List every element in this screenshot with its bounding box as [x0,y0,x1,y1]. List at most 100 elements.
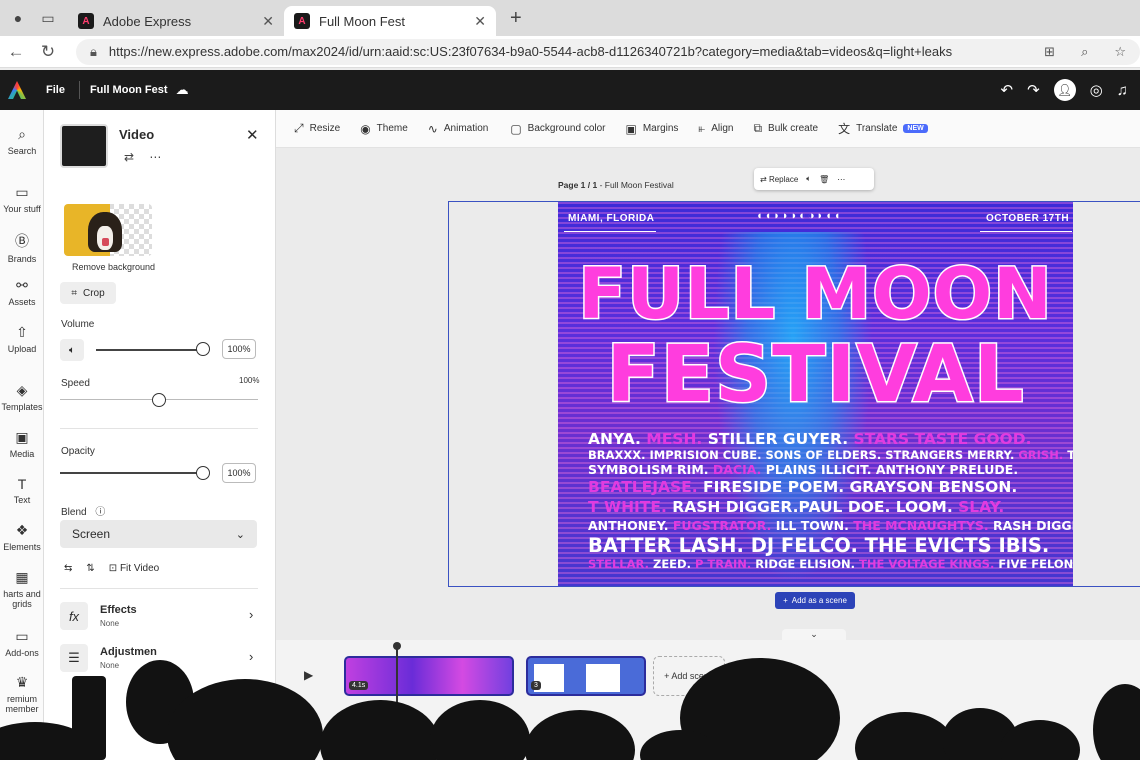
lineup-line: BATTER LASH. DJ FELCO. THE EVICTS IBIS. [588,534,1049,557]
lineup-artist: BATTER LASH. DJ FELCO. THE EVICTS IBIS. [588,534,1050,557]
theme-button[interactable]: ◉ Theme [360,122,408,136]
delete-icon[interactable]: 🗑︎ [819,175,829,184]
lineup-artist: BEATLEJASE. [588,478,704,496]
rail-item-assets[interactable]: ⚯ Assets [0,277,44,307]
speed-value: 100% [239,376,260,385]
lineup-artist: FIRESIDE POEM. GRAYSON BENSON. [703,478,1018,496]
chevron-right-icon[interactable]: › [249,607,253,622]
volume-slider-handle[interactable] [196,342,210,356]
divider [980,231,1072,232]
opacity-slider-track[interactable] [60,472,204,474]
flip-horizontal-icon[interactable]: ⇆ [64,563,72,574]
rail-item-brands[interactable]: Ⓑ Brands [0,231,44,264]
poster-location: MIAMI, FLORIDA [568,213,655,224]
adobe-express-logo-icon[interactable] [8,81,26,99]
tab-actions-icon[interactable]: ▭ [36,6,60,30]
notifications-icon[interactable]: ♫ [1117,82,1128,99]
blend-mode-dropdown[interactable]: Screen ⌄ [60,520,257,548]
add-scene-button[interactable]: + Add scene [653,656,725,696]
close-icon[interactable]: ✕ [246,126,259,144]
flip-fit-row: ⇆ ⇅ ⊡ Fit Video [64,563,159,574]
speed-label: Speed [61,378,90,389]
bulb-icon[interactable]: ◎ [1090,81,1103,99]
new-tab-button[interactable]: + [510,7,522,30]
project-name[interactable]: Full Moon Fest [90,84,168,96]
divider [78,81,80,99]
background-color-button[interactable]: ▢ Background color [510,122,605,136]
remove-background-thumbnail[interactable] [64,204,152,256]
close-tab-icon[interactable]: ✕ [474,13,486,30]
assets-icon: ⚯ [16,277,28,293]
animation-button[interactable]: ∿ Animation [428,122,489,136]
undo-icon[interactable]: ↶ [1001,81,1014,99]
fit-video-button[interactable]: ⊡ Fit Video [109,563,159,574]
lineup-artist: THE MCNAUGHTYS. [853,518,993,533]
clip-duration: 3 [531,681,541,690]
lineup-artist: RIDGE ELISION. [755,557,860,571]
more-icon[interactable]: ⋯ [837,175,845,184]
rail-item-premium[interactable]: ♛ remium member [0,674,44,714]
chevron-down-icon: ⌄ [235,528,245,541]
effects-icon[interactable]: fx [60,602,88,630]
playhead[interactable] [393,642,401,708]
lineup-artist: SYMBOLISM RIM. [588,462,713,477]
audio-icon[interactable]: 🔈︎ [806,174,811,184]
address-bar: ← ↻ 🔒︎ https://new.express.adobe.com/max… [0,36,1140,68]
redo-icon[interactable]: ↷ [1027,81,1040,99]
lock-icon[interactable]: 🔒︎ [90,44,97,60]
rail-item-text[interactable]: T Text [0,476,44,505]
rail-item-charts[interactable]: ▦ harts and grids [0,569,44,609]
video-thumbnail [60,124,108,168]
apps-icon[interactable]: ⊞ [1044,44,1055,60]
url-field[interactable]: 🔒︎ https://new.express.adobe.com/max2024… [76,38,1140,65]
adjustments-icon[interactable]: ☰ [60,644,88,672]
opacity-slider-handle[interactable] [196,466,210,480]
more-icon[interactable]: ⋯ [149,150,167,164]
volume-slider-track[interactable] [96,349,204,351]
close-tab-icon[interactable]: ✕ [262,13,274,30]
profile-icon[interactable]: ● [6,6,30,30]
invite-user-icon[interactable]: 👤︎ [1053,79,1076,101]
rail-item-templates[interactable]: ◈ Templates [0,382,44,412]
timeline: ▶ 4.1s 3 + Add scene [276,640,1140,760]
back-icon[interactable]: ← [0,42,32,62]
resize-button[interactable]: ⤢ Resize [294,121,340,136]
chevron-right-icon[interactable]: › [249,649,253,664]
volume-value-field[interactable]: 100% [222,339,256,359]
align-button[interactable]: ⫦ Align [698,121,733,136]
file-menu[interactable]: File [46,84,65,96]
rail-item-your-stuff[interactable]: ▭ Your stuff [0,184,44,214]
translate-button[interactable]: 文 Translate NEW [838,120,928,137]
folder-icon: ▭ [15,184,29,200]
rail-item-elements[interactable]: ❖ Elements [0,522,44,552]
background-color-icon: ▢ [510,121,522,136]
lineup-line: STELLAR. ZEED. P TRAIN. RIDGE ELISION. T… [588,557,1073,571]
tab-full-moon-fest[interactable]: A Full Moon Fest ✕ [284,6,496,36]
margins-button[interactable]: ▣ Margins [626,122,679,136]
tab-adobe-express[interactable]: A Adobe Express ✕ [68,6,284,36]
replace-button[interactable]: ⇄ Replace [760,175,798,184]
scene-clip-2[interactable]: 3 [526,656,646,696]
crop-button[interactable]: ⌗ Crop [60,282,116,304]
rail-item-upload[interactable]: ⇧ Upload [0,324,44,354]
play-icon[interactable]: ▶ [304,668,313,682]
rail-item-media[interactable]: ▣ Media [0,429,44,459]
replace-icon[interactable]: ⇄ [124,150,140,164]
plus-icon: + [783,596,788,605]
flip-vertical-icon[interactable]: ⇅ [86,563,94,574]
info-icon[interactable]: ⓘ [95,507,105,518]
adjustments-label[interactable]: Adjustmen [100,646,157,658]
festival-poster[interactable]: MIAMI, FLORIDA ◖◖◗◗◗◐◑◗◖◖ OCTOBER 17TH F… [558,202,1073,586]
zoom-icon[interactable]: ⌕ [1081,44,1088,60]
rail-item-add-ons[interactable]: ▭ Add-ons [0,628,44,658]
rail-item-search[interactable]: ⌕ Search [0,126,44,156]
opacity-value-field[interactable]: 100% [222,463,256,483]
bulk-create-button[interactable]: ⧉ Bulk create [753,121,818,136]
add-as-scene-button[interactable]: + Add as a scene [775,592,855,609]
effects-label[interactable]: Effects [100,604,137,616]
reload-icon[interactable]: ↻ [32,42,64,62]
scene-clip-1[interactable]: 4.1s [344,656,514,696]
favorite-star-icon[interactable]: ☆ [1114,44,1126,60]
speed-slider-handle[interactable] [152,393,166,407]
volume-icon[interactable]: 🔈︎ [60,339,84,361]
